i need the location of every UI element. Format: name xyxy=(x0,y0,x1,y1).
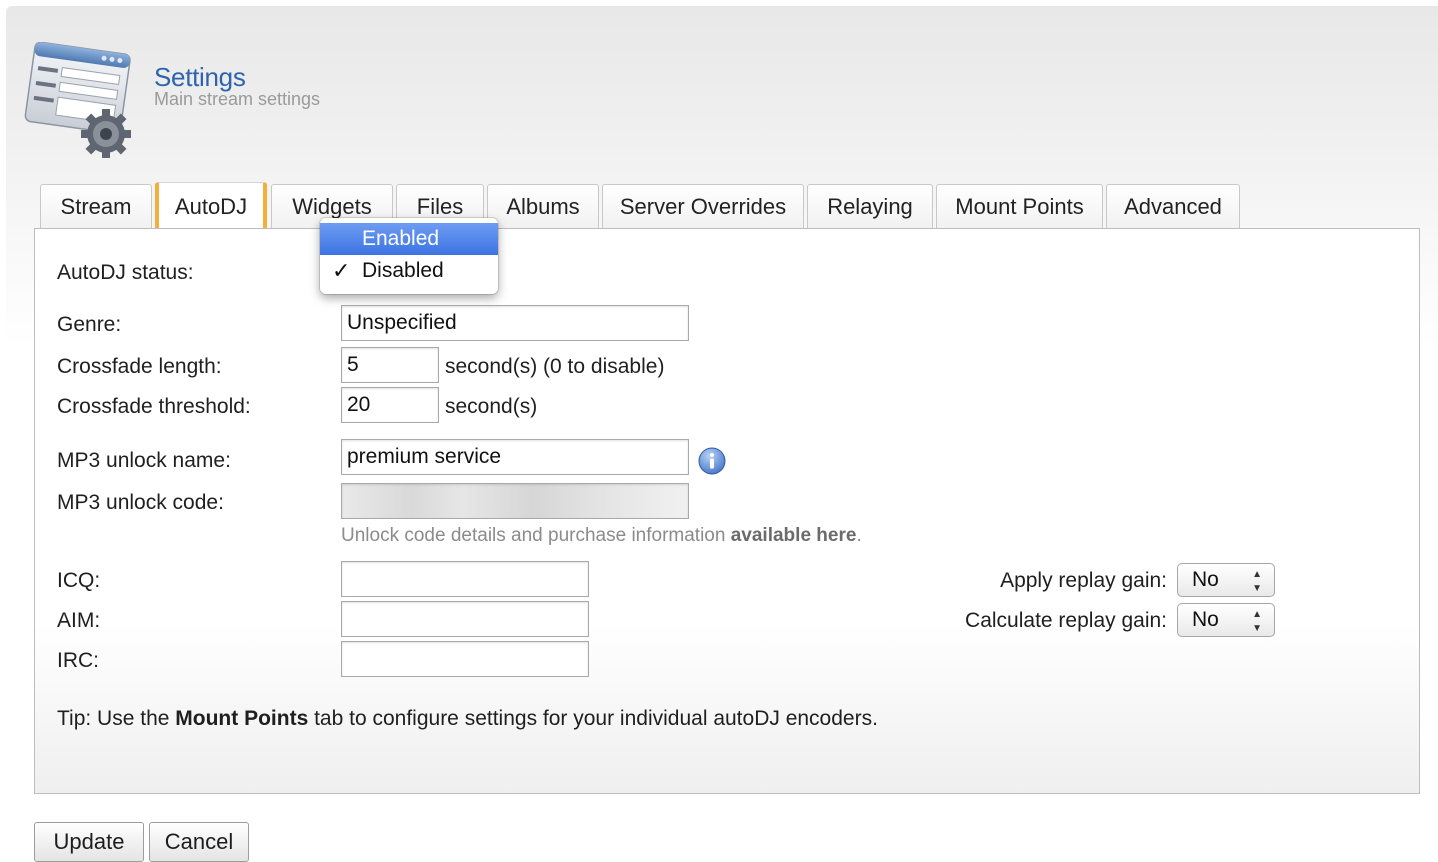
tab-mount-points[interactable]: Mount Points xyxy=(936,184,1103,228)
unlock-hint-end: . xyxy=(856,525,862,546)
tab-albums[interactable]: Albums xyxy=(487,184,599,228)
checkmark-icon: ✓ xyxy=(332,258,351,283)
apply-replay-gain-select[interactable]: No ▲ ▼ xyxy=(1177,563,1275,597)
autodj-status-dropdown-menu: Enabled ✓ Disabled xyxy=(320,218,498,294)
irc-input[interactable] xyxy=(341,641,589,677)
calculate-replay-gain-value: No xyxy=(1192,608,1219,631)
tab-stream[interactable]: Stream xyxy=(40,184,152,228)
mp3-unlock-name-input[interactable] xyxy=(341,439,689,475)
available-here-link[interactable]: available here xyxy=(731,525,857,546)
option-enabled[interactable]: Enabled xyxy=(320,223,498,255)
tip-prefix: Tip: Use the xyxy=(57,707,176,730)
crossfade-length-label: Crossfade length: xyxy=(57,355,222,378)
up-down-arrows-icon: ▲ ▼ xyxy=(1252,569,1262,594)
tip-text: Tip: Use the Mount Points tab to configu… xyxy=(57,707,878,731)
tab-advanced[interactable]: Advanced xyxy=(1106,184,1240,228)
mp3-unlock-name-label: MP3 unlock name: xyxy=(57,449,231,472)
cancel-button[interactable]: Cancel xyxy=(149,822,249,862)
autodj-settings-panel: AutoDJ status: Genre: Crossfade length: … xyxy=(34,228,1420,794)
autodj-status-label: AutoDJ status: xyxy=(57,261,194,284)
genre-input[interactable] xyxy=(341,305,689,341)
tab-autodj[interactable]: AutoDJ xyxy=(155,182,267,230)
genre-label: Genre: xyxy=(57,313,122,336)
option-enabled-label: Enabled xyxy=(362,227,440,250)
crossfade-threshold-input[interactable] xyxy=(341,387,439,423)
tip-bold: Mount Points xyxy=(175,707,309,730)
unlock-hint-text: Unlock code details and purchase informa… xyxy=(341,525,731,546)
apply-replay-gain-label: Apply replay gain: xyxy=(1000,569,1167,592)
crossfade-threshold-suffix: second(s) xyxy=(445,395,538,418)
icq-input[interactable] xyxy=(341,561,589,597)
tip-suffix: tab to configure settings for your indiv… xyxy=(308,707,878,730)
update-button[interactable]: Update xyxy=(34,822,144,862)
info-icon[interactable] xyxy=(697,446,727,476)
crossfade-threshold-label: Crossfade threshold: xyxy=(57,395,251,418)
crossfade-length-suffix: second(s) (0 to disable) xyxy=(445,355,665,378)
calculate-replay-gain-label: Calculate replay gain: xyxy=(965,609,1167,632)
icq-label: ICQ: xyxy=(57,569,101,592)
settings-form-gear-icon xyxy=(24,42,131,158)
tab-relaying[interactable]: Relaying xyxy=(807,184,933,228)
crossfade-length-input[interactable] xyxy=(341,347,439,383)
calculate-replay-gain-select[interactable]: No ▲ ▼ xyxy=(1177,603,1275,637)
unlock-hint: Unlock code details and purchase informa… xyxy=(341,525,862,547)
mp3-unlock-code-label: MP3 unlock code: xyxy=(57,491,224,514)
mp3-unlock-code-input[interactable] xyxy=(341,483,689,519)
aim-input[interactable] xyxy=(341,601,589,637)
tab-server-overrides[interactable]: Server Overrides xyxy=(602,184,804,228)
option-disabled[interactable]: ✓ Disabled xyxy=(320,255,498,287)
page-subtitle: Main stream settings xyxy=(154,89,321,109)
aim-label: AIM: xyxy=(57,609,101,632)
option-disabled-label: Disabled xyxy=(362,259,444,282)
irc-label: IRC: xyxy=(57,649,99,672)
up-down-arrows-icon: ▲ ▼ xyxy=(1252,609,1262,634)
apply-replay-gain-value: No xyxy=(1192,568,1219,591)
